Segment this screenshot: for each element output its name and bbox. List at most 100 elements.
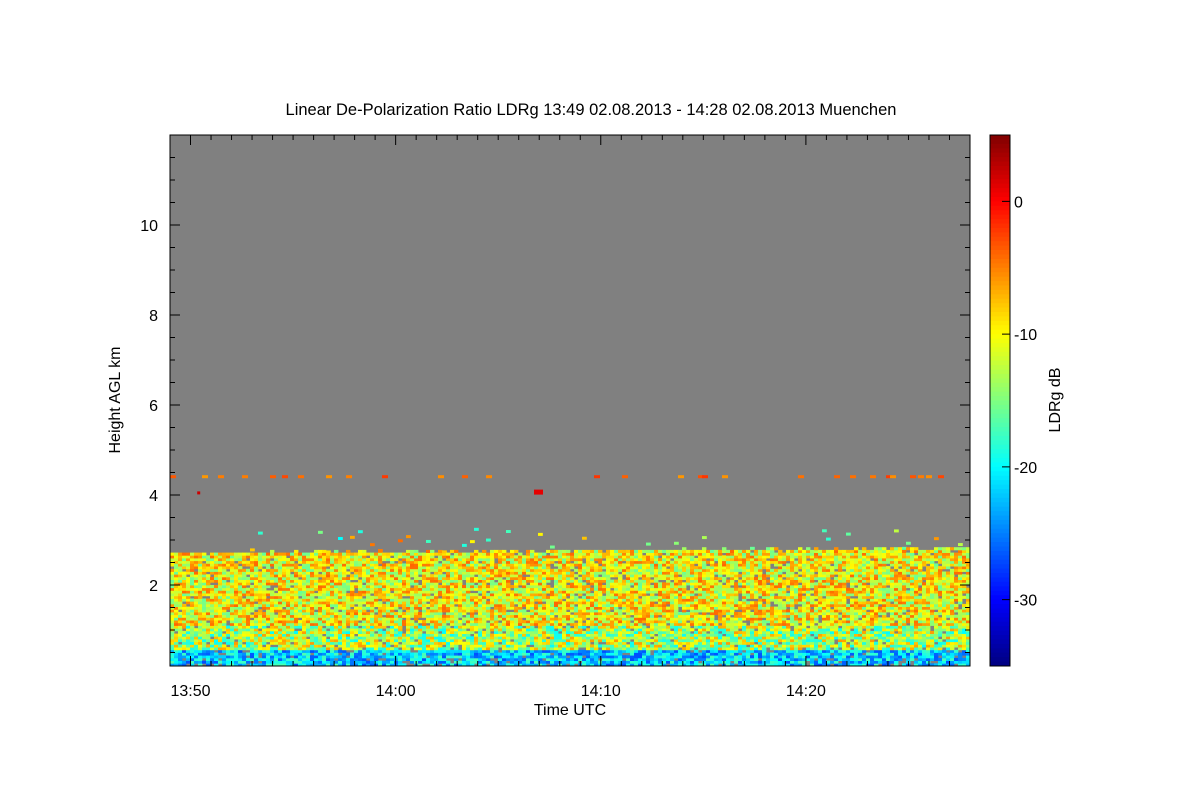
heatmap-cell <box>558 566 563 570</box>
heatmap-cell <box>634 582 639 586</box>
heatmap-cell <box>586 598 591 602</box>
heatmap-cell <box>238 614 243 618</box>
heatmap-cell <box>530 609 535 613</box>
heatmap-cell <box>530 552 535 556</box>
heatmap-cell <box>630 566 635 570</box>
heatmap-cell <box>306 647 311 651</box>
heatmap-cell <box>322 574 327 578</box>
heatmap-cell <box>618 625 623 629</box>
heatmap-cell <box>498 655 503 659</box>
heatmap-cell <box>446 633 451 637</box>
heatmap-cell <box>570 571 575 575</box>
heatmap-cell <box>302 555 307 559</box>
heatmap-cell <box>258 590 263 594</box>
heatmap-cell <box>322 649 327 653</box>
heatmap-cell <box>178 647 183 651</box>
heatmap-cell <box>650 657 655 661</box>
heatmap-cell <box>226 571 231 575</box>
heatmap-cell <box>562 593 567 597</box>
heatmap-cell <box>474 617 479 621</box>
heatmap-cell <box>526 595 531 599</box>
heatmap-cell <box>298 582 303 586</box>
heatmap-cell <box>174 587 179 591</box>
heatmap-cell <box>622 617 627 621</box>
heatmap-cell <box>406 622 411 626</box>
heatmap-cell <box>442 641 447 645</box>
heatmap-cell <box>270 641 275 645</box>
heatmap-cell <box>206 585 211 589</box>
heatmap-cell <box>446 636 451 640</box>
heatmap-cell <box>414 574 419 578</box>
heatmap-cell <box>306 655 311 659</box>
heatmap-cell <box>394 601 399 605</box>
heatmap-cell <box>522 563 527 567</box>
heatmap-cell <box>234 555 239 559</box>
heatmap-cell <box>186 555 191 559</box>
heatmap-cell <box>434 657 439 661</box>
heatmap-cell <box>486 571 491 575</box>
heatmap-cell <box>222 633 227 637</box>
heatmap-cell <box>470 647 475 651</box>
heatmap-cell <box>614 568 619 572</box>
heatmap-cell <box>478 609 483 613</box>
heatmap-cell <box>626 555 631 559</box>
heatmap-cell <box>434 644 439 648</box>
heatmap-cell <box>394 639 399 643</box>
heatmap-cell <box>534 647 539 651</box>
heatmap-cell <box>318 582 323 586</box>
heatmap-cell <box>554 622 559 626</box>
heatmap-cell <box>658 587 663 591</box>
heatmap-cell <box>618 590 623 594</box>
heatmap-cell <box>402 574 407 578</box>
heatmap-cell <box>666 549 671 553</box>
heatmap-cell <box>670 617 675 621</box>
heatmap-cell <box>474 598 479 602</box>
heatmap-cell <box>342 641 347 645</box>
heatmap-cell <box>390 612 395 616</box>
heatmap-cell <box>418 630 423 634</box>
heatmap-cell <box>614 590 619 594</box>
heatmap-cell <box>582 566 587 570</box>
heatmap-cell <box>566 560 571 564</box>
heatmap-cell <box>178 571 183 575</box>
heatmap-cell <box>606 593 611 597</box>
heatmap-cell <box>362 639 367 643</box>
heatmap-cell <box>566 558 571 562</box>
heatmap-cell <box>586 622 591 626</box>
heatmap-cell <box>194 614 199 618</box>
heatmap-cell <box>318 612 323 616</box>
heatmap-cell <box>242 614 247 618</box>
heatmap-cell <box>610 636 615 640</box>
heatmap-cell <box>630 552 635 556</box>
heatmap-cell <box>318 587 323 591</box>
heatmap-cell <box>638 639 643 643</box>
heatmap-cell <box>558 571 563 575</box>
heatmap-cell <box>174 563 179 567</box>
heatmap-cell <box>542 625 547 629</box>
heatmap-cell <box>306 576 311 580</box>
heatmap-cell <box>306 563 311 567</box>
heatmap-cell <box>254 563 259 567</box>
heatmap-cell <box>198 636 203 640</box>
heatmap-cell <box>278 660 283 664</box>
heatmap-cell <box>206 628 211 632</box>
heatmap-cell <box>514 574 519 578</box>
heatmap-cell <box>658 649 663 653</box>
heatmap-cell <box>550 657 555 661</box>
heatmap-cell <box>190 603 195 607</box>
heatmap-cell <box>594 614 599 618</box>
heatmap-cell <box>302 612 307 616</box>
heatmap-cell <box>566 549 571 553</box>
heatmap-cell <box>630 555 635 559</box>
heatmap-cell <box>482 630 487 634</box>
heatmap-cell <box>254 590 259 594</box>
heatmap-cell <box>194 644 199 648</box>
heatmap-cell <box>558 552 563 556</box>
heatmap-cell <box>498 563 503 567</box>
heatmap-cell <box>222 601 227 605</box>
heatmap-cell <box>538 595 543 599</box>
heatmap-cell <box>210 641 215 645</box>
heatmap-cell <box>602 571 607 575</box>
heatmap-cell <box>322 576 327 580</box>
heatmap-cell <box>230 574 235 578</box>
